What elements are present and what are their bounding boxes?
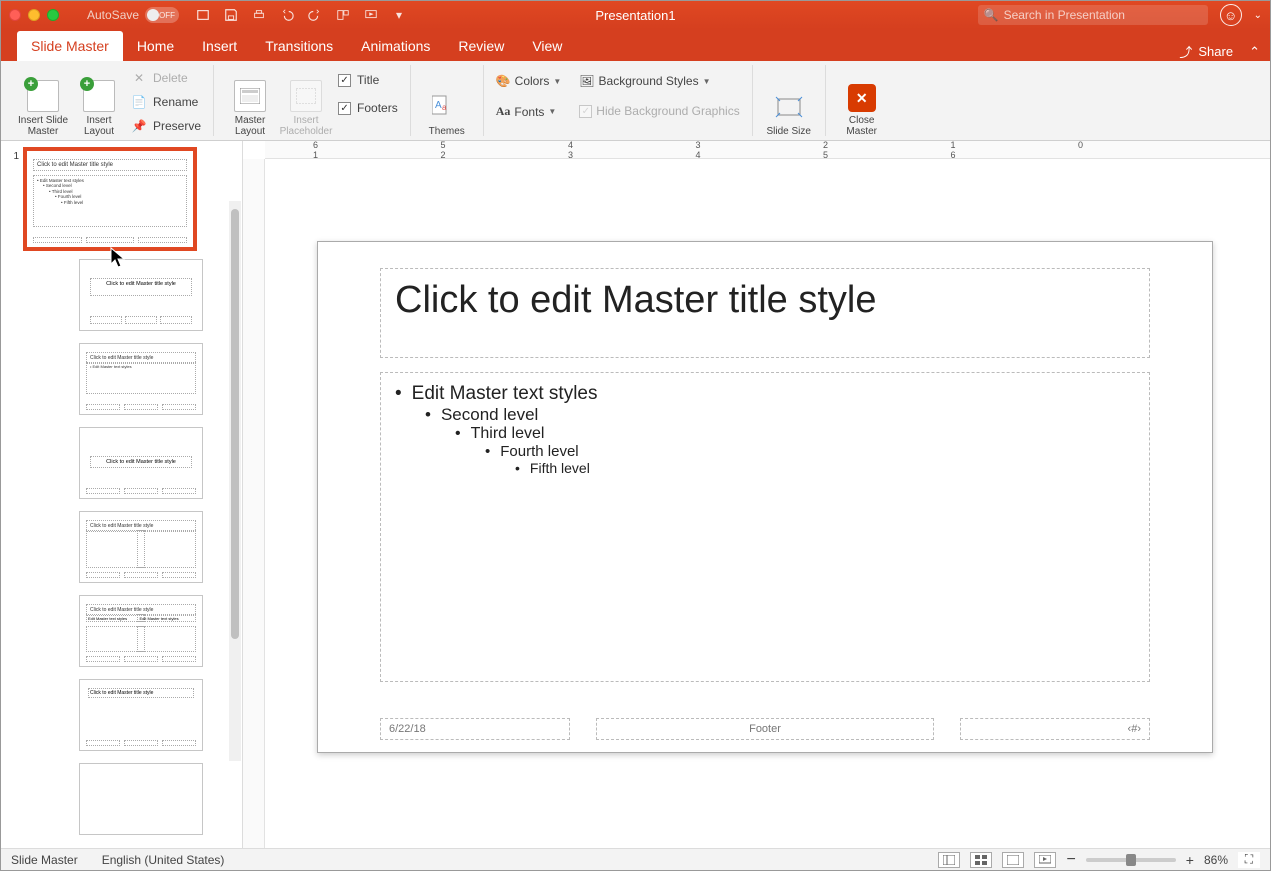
ribbon: + Insert Slide Master + Insert Layout ✕D… — [1, 61, 1270, 141]
close-master-button[interactable]: ✕ Close Master — [834, 65, 890, 137]
ribbon-tabs: Slide Master Home Insert Transitions Ani… — [1, 29, 1270, 61]
home-icon[interactable] — [195, 7, 211, 23]
slide-size-button[interactable]: Slide Size — [761, 65, 817, 137]
print-icon[interactable] — [251, 7, 267, 23]
search-placeholder: Search in Presentation — [1004, 8, 1125, 22]
delete-icon: ✕ — [131, 70, 147, 86]
tab-review[interactable]: Review — [444, 31, 518, 61]
window-minimize-button[interactable] — [28, 9, 40, 21]
rename-icon: 📄 — [131, 94, 147, 110]
layout-icon: + — [83, 80, 115, 112]
body-placeholder[interactable]: Edit Master text styles Second level Thi… — [380, 372, 1150, 682]
tab-home[interactable]: Home — [123, 31, 188, 61]
view-reading-icon[interactable] — [1002, 852, 1024, 868]
window-maximize-button[interactable] — [47, 9, 59, 21]
body-area: 1 Click to edit Master title style • Edi… — [1, 141, 1270, 848]
insert-slide-master-button[interactable]: + Insert Slide Master — [15, 65, 71, 137]
autosave-switch[interactable]: OFF — [145, 7, 179, 23]
layout-thumbnail-3[interactable]: Click to edit Master title style — [79, 427, 203, 499]
slide-panel-scrollbar[interactable] — [229, 201, 241, 761]
window-close-button[interactable] — [9, 9, 21, 21]
colors-icon: 🎨 — [496, 74, 511, 88]
tab-slide-master[interactable]: Slide Master — [17, 31, 123, 61]
preserve-button[interactable]: 📌Preserve — [127, 116, 205, 136]
close-x-icon: ✕ — [848, 84, 876, 112]
tab-view[interactable]: View — [518, 31, 576, 61]
zoom-level[interactable]: 86% — [1204, 853, 1228, 867]
master-layout-icon — [234, 80, 266, 112]
svg-text:A: A — [435, 100, 442, 111]
slide-thumbnail-panel[interactable]: 1 Click to edit Master title style • Edi… — [1, 141, 243, 848]
tab-transitions[interactable]: Transitions — [251, 31, 347, 61]
view-sorter-icon[interactable] — [970, 852, 992, 868]
insert-placeholder-button: Insert Placeholder — [278, 65, 334, 137]
fonts-dropdown[interactable]: AaFonts▼ — [492, 101, 566, 122]
status-language[interactable]: English (United States) — [102, 853, 225, 867]
placeholder-icon — [290, 80, 322, 112]
delete-button: ✕Delete — [127, 68, 205, 88]
qat-customize-icon[interactable]: ▾ — [391, 7, 407, 23]
slide-master-icon: + — [27, 80, 59, 112]
zoom-in-button[interactable]: + — [1186, 852, 1194, 868]
themes-button[interactable]: Aa Themes — [419, 65, 475, 137]
save-icon[interactable] — [223, 7, 239, 23]
document-title: Presentation1 — [595, 8, 675, 23]
layout-thumbnail-7[interactable] — [79, 763, 203, 835]
slide-number-placeholder[interactable]: ‹#› — [960, 718, 1150, 740]
master-thumbnail[interactable]: Click to edit Master title style • Edit … — [25, 149, 195, 249]
undo-icon[interactable] — [279, 7, 295, 23]
layout-thumbnail-5[interactable]: Click to edit Master title style Edit Ma… — [79, 595, 203, 667]
layout-thumbnail-6[interactable]: Click to edit Master title style — [79, 679, 203, 751]
slide-master-canvas[interactable]: Click to edit Master title style Edit Ma… — [317, 241, 1213, 753]
background-icon: 🖼 — [579, 74, 594, 88]
master-layout-button[interactable]: Master Layout — [222, 65, 278, 137]
format-icon[interactable] — [335, 7, 351, 23]
date-placeholder[interactable]: 6/22/18 — [380, 718, 570, 740]
slideshow-icon[interactable] — [363, 7, 379, 23]
titlebar-chevron-icon[interactable]: ⌄ — [1254, 10, 1262, 21]
footer-placeholder[interactable]: Footer — [596, 718, 934, 740]
autosave-label: AutoSave — [87, 8, 139, 22]
layout-thumbnail-1[interactable]: Click to edit Master title style — [79, 259, 203, 331]
tab-animations[interactable]: Animations — [347, 31, 444, 61]
titlebar: AutoSave OFF ▾ Presentation1 🔍 Search in… — [1, 1, 1270, 29]
title-checkbox[interactable]: ✓Title — [334, 71, 402, 89]
view-normal-icon[interactable] — [938, 852, 960, 868]
svg-text:a: a — [442, 103, 447, 112]
zoom-out-button[interactable]: − — [1066, 851, 1075, 869]
fit-to-window-icon[interactable]: ⛶ — [1238, 852, 1260, 868]
user-avatar[interactable]: ☺ — [1220, 4, 1242, 26]
share-icon: ⤴ — [1179, 42, 1192, 61]
fonts-icon: Aa — [496, 104, 511, 119]
canvas-stage[interactable]: Click to edit Master title style Edit Ma… — [265, 159, 1270, 848]
redo-icon[interactable] — [307, 7, 323, 23]
colors-dropdown[interactable]: 🎨Colors▼ — [492, 71, 566, 91]
layout-thumbnail-4[interactable]: Click to edit Master title style — [79, 511, 203, 583]
themes-icon: Aa — [431, 91, 463, 123]
statusbar: Slide Master English (United States) − +… — [1, 848, 1270, 870]
master-index: 1 — [7, 149, 19, 162]
horizontal-ruler: 6 5 4 3 2 1 0 1 2 3 4 5 6 — [265, 141, 1270, 159]
footers-checkbox[interactable]: ✓Footers — [334, 99, 402, 117]
title-placeholder[interactable]: Click to edit Master title style — [380, 268, 1150, 358]
hide-bg-checkbox: ✓Hide Background Graphics — [575, 101, 743, 121]
view-slideshow-icon[interactable] — [1034, 852, 1056, 868]
autosave-toggle[interactable]: AutoSave OFF — [87, 7, 179, 23]
slide-size-icon — [773, 91, 805, 123]
search-input[interactable]: 🔍 Search in Presentation — [978, 5, 1208, 25]
collapse-ribbon-icon[interactable]: ⌃ — [1249, 44, 1260, 60]
search-icon: 🔍 — [984, 8, 999, 22]
tab-insert[interactable]: Insert — [188, 31, 251, 61]
vertical-ruler — [243, 159, 265, 848]
insert-layout-button[interactable]: + Insert Layout — [71, 65, 127, 137]
share-button[interactable]: Share — [1198, 44, 1233, 59]
preserve-icon: 📌 — [131, 118, 147, 134]
rename-button[interactable]: 📄Rename — [127, 92, 205, 112]
quick-access-toolbar: ▾ — [195, 7, 407, 23]
canvas-area: 6 5 4 3 2 1 0 1 2 3 4 5 6 Click to edit … — [243, 141, 1270, 848]
zoom-slider[interactable] — [1086, 858, 1176, 862]
status-mode: Slide Master — [11, 853, 78, 867]
layout-thumbnail-2[interactable]: Click to edit Master title style • Edit … — [79, 343, 203, 415]
background-styles-dropdown[interactable]: 🖼Background Styles▼ — [575, 71, 743, 91]
